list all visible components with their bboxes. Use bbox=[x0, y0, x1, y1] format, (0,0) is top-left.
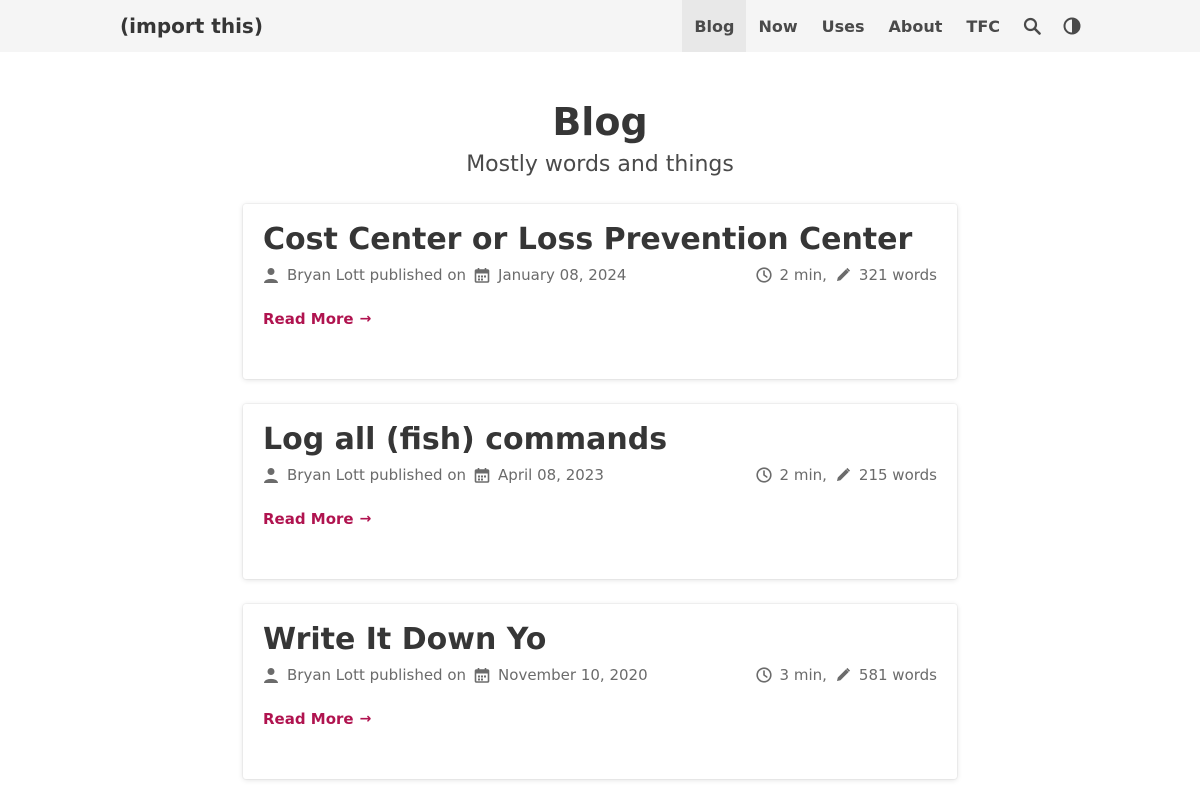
read-more-link[interactable]: Read More → bbox=[263, 510, 371, 528]
clock-icon bbox=[755, 267, 772, 283]
clock-icon bbox=[755, 667, 772, 683]
user-icon bbox=[263, 467, 279, 483]
page-header: Blog Mostly words and things bbox=[0, 96, 1200, 180]
post-meta: Bryan Lott published on January 08, 2024… bbox=[263, 264, 937, 286]
nav-item-about[interactable]: About bbox=[877, 0, 955, 52]
post-date: April 08, 2023 bbox=[498, 466, 604, 484]
post-author: Bryan Lott bbox=[287, 466, 365, 484]
pencil-icon bbox=[835, 467, 851, 483]
word-count: 581 words bbox=[858, 666, 937, 684]
post-title[interactable]: Write It Down Yo bbox=[263, 618, 546, 662]
arrow-right-icon: → bbox=[359, 711, 372, 727]
pencil-icon bbox=[835, 667, 851, 683]
post-author: Bryan Lott bbox=[287, 666, 365, 684]
post-date: November 10, 2020 bbox=[498, 666, 648, 684]
post-date: January 08, 2024 bbox=[498, 266, 627, 284]
arrow-right-icon: → bbox=[359, 311, 372, 327]
read-time: 2 min, bbox=[779, 466, 827, 484]
read-more-link[interactable]: Read More → bbox=[263, 710, 371, 728]
calendar-icon bbox=[474, 267, 490, 283]
word-count: 215 words bbox=[858, 466, 937, 484]
read-more-label: Read More bbox=[263, 510, 354, 528]
read-time: 2 min, bbox=[779, 266, 827, 284]
word-count: 321 words bbox=[858, 266, 937, 284]
navbar: (import this) Blog Now Uses About TFC bbox=[0, 0, 1200, 52]
page-title: Blog bbox=[552, 100, 648, 144]
read-more-link[interactable]: Read More → bbox=[263, 310, 371, 328]
nav-item-blog[interactable]: Blog bbox=[682, 0, 747, 52]
post-author: Bryan Lott bbox=[287, 266, 365, 284]
user-icon bbox=[263, 267, 279, 283]
published-label: published on bbox=[369, 266, 467, 284]
read-more-label: Read More bbox=[263, 310, 354, 328]
clock-icon bbox=[755, 467, 772, 483]
theme-toggle-icon[interactable] bbox=[1052, 0, 1092, 52]
post-meta: Bryan Lott published on November 10, 202… bbox=[263, 664, 937, 686]
post-title[interactable]: Log all (fish) commands bbox=[263, 418, 667, 462]
site-brand[interactable]: (import this) bbox=[120, 0, 263, 52]
user-icon bbox=[263, 667, 279, 683]
post-title[interactable]: Cost Center or Loss Prevention Center bbox=[263, 218, 912, 262]
read-time: 3 min, bbox=[779, 666, 827, 684]
post-meta: Bryan Lott published on April 08, 2023 2… bbox=[263, 464, 937, 486]
published-label: published on bbox=[369, 466, 467, 484]
arrow-right-icon: → bbox=[359, 511, 372, 527]
nav-item-uses[interactable]: Uses bbox=[810, 0, 877, 52]
search-icon[interactable] bbox=[1012, 0, 1052, 52]
nav-item-tfc[interactable]: TFC bbox=[954, 0, 1012, 52]
read-more-label: Read More bbox=[263, 710, 354, 728]
nav-item-now[interactable]: Now bbox=[746, 0, 809, 52]
calendar-icon bbox=[474, 467, 490, 483]
post-card: Write It Down Yo Bryan Lott published on… bbox=[243, 604, 957, 779]
nav-menu: Blog Now Uses About TFC bbox=[682, 0, 1092, 52]
pencil-icon bbox=[835, 267, 851, 283]
post-card: Cost Center or Loss Prevention Center Br… bbox=[243, 204, 957, 379]
post-card: Log all (fish) commands Bryan Lott publi… bbox=[243, 404, 957, 579]
published-label: published on bbox=[369, 666, 467, 684]
page-subtitle: Mostly words and things bbox=[466, 152, 734, 177]
calendar-icon bbox=[474, 667, 490, 683]
